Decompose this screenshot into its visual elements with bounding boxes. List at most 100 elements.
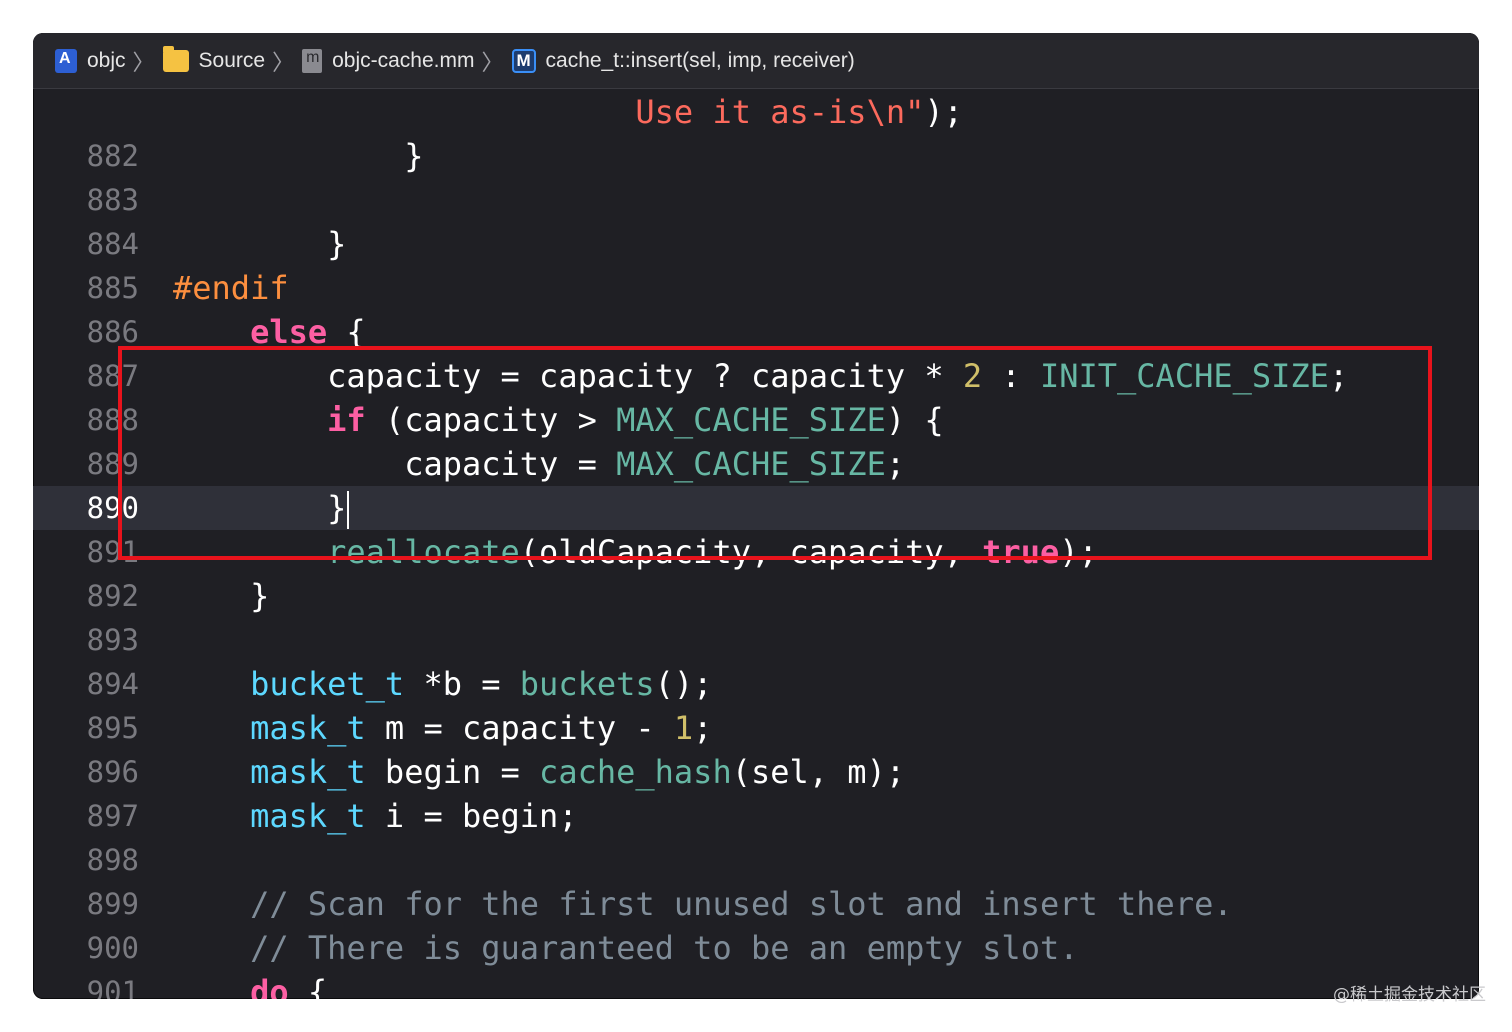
- code-text[interactable]: mask_t m = capacity - 1;: [173, 706, 712, 750]
- watermark: @稀土掘金技术社区: [1333, 985, 1486, 1005]
- code-line[interactable]: 888 if (capacity > MAX_CACHE_SIZE) {: [33, 398, 1479, 442]
- code-line[interactable]: Use it as-is\n");: [33, 90, 1479, 134]
- code-token: );: [1059, 533, 1098, 571]
- code-text[interactable]: }: [173, 222, 346, 266]
- code-line[interactable]: 900 // There is guaranteed to be an empt…: [33, 926, 1479, 970]
- code-text[interactable]: capacity = capacity ? capacity * 2 : INI…: [173, 354, 1348, 398]
- code-text[interactable]: }: [173, 486, 350, 530]
- code-token: // Scan for the first unused slot and in…: [250, 885, 1233, 923]
- code-token: reallocate: [327, 533, 520, 571]
- line-number: 894: [86, 667, 139, 701]
- code-text[interactable]: // Scan for the first unused slot and in…: [173, 882, 1233, 926]
- code-token: capacity = capacity ? capacity *: [173, 357, 963, 395]
- code-line[interactable]: 884 }: [33, 222, 1479, 266]
- code-text[interactable]: capacity = MAX_CACHE_SIZE;: [173, 442, 905, 486]
- code-token: Use it as-is\n": [635, 93, 925, 131]
- breadcrumb-label: objc: [87, 48, 126, 72]
- code-line[interactable]: 889 capacity = MAX_CACHE_SIZE;: [33, 442, 1479, 486]
- code-line[interactable]: 898: [33, 838, 1479, 882]
- breadcrumb-file[interactable]: objc-cache.mm: [302, 48, 475, 73]
- line-number: 887: [86, 359, 139, 393]
- code-token: buckets: [519, 665, 655, 703]
- code-token: ;: [693, 709, 713, 747]
- code-token: do: [250, 973, 289, 999]
- code-line[interactable]: 894 bucket_t *b = buckets();: [33, 662, 1479, 706]
- code-editor[interactable]: Use it as-is\n"); 882 } 883 884 } 885 #endif 8…: [33, 90, 1479, 999]
- code-line[interactable]: 893: [33, 618, 1479, 662]
- chevron-right-icon: 〉: [132, 49, 155, 75]
- line-number: 890: [86, 491, 139, 525]
- line-number: 901: [86, 975, 139, 999]
- code-token: }: [173, 577, 270, 615]
- line-number: 889: [86, 447, 139, 481]
- code-line[interactable]: 882 }: [33, 134, 1479, 178]
- code-text[interactable]: }: [173, 134, 423, 178]
- code-token: ;: [1328, 357, 1349, 395]
- code-token: }: [173, 489, 347, 527]
- code-text[interactable]: // There is guaranteed to be an empty sl…: [173, 926, 1078, 970]
- code-line[interactable]: 890 }: [33, 486, 1479, 530]
- code-text[interactable]: if (capacity > MAX_CACHE_SIZE) {: [173, 398, 944, 442]
- code-token: MAX_CACHE_SIZE: [616, 445, 886, 483]
- code-token: }: [173, 137, 424, 175]
- breadcrumb-method[interactable]: cache_t::insert(sel, imp, receiver): [511, 48, 855, 73]
- code-text[interactable]: #endif: [173, 266, 289, 310]
- code-line[interactable]: 883: [33, 178, 1479, 222]
- code-text[interactable]: else {: [173, 310, 366, 354]
- code-line[interactable]: 885 #endif: [33, 266, 1479, 310]
- code-token: mask_t: [250, 753, 366, 791]
- code-line[interactable]: 892 }: [33, 574, 1479, 618]
- code-text[interactable]: bucket_t *b = buckets();: [173, 662, 712, 706]
- code-token: *b =: [404, 665, 520, 703]
- breadcrumb-label: Source: [198, 48, 266, 72]
- line-number: 886: [86, 315, 139, 349]
- breadcrumb-label: cache_t::insert(sel, imp, receiver): [545, 48, 855, 72]
- line-number: 892: [86, 579, 139, 613]
- code-token: cache_hash: [539, 753, 732, 791]
- code-text[interactable]: reallocate(oldCapacity, capacity, true);: [173, 530, 1098, 574]
- code-text[interactable]: mask_t begin = cache_hash(sel, m);: [173, 750, 905, 794]
- line-number: 884: [86, 227, 139, 261]
- code-token: capacity =: [173, 445, 617, 483]
- line-number: 882: [86, 139, 139, 173]
- code-text[interactable]: Use it as-is\n");: [173, 90, 963, 134]
- breadcrumb-label: objc-cache.mm: [332, 48, 475, 72]
- code-token: :: [982, 357, 1040, 395]
- code-line[interactable]: 887 capacity = capacity ? capacity * 2 :…: [33, 354, 1479, 398]
- line-number: 899: [86, 887, 139, 921]
- code-line[interactable]: 886 else {: [33, 310, 1479, 354]
- code-token: true: [982, 533, 1060, 571]
- line-number: 891: [86, 535, 139, 569]
- code-line[interactable]: 901 do {: [33, 970, 1479, 999]
- code-token: begin =: [365, 753, 540, 791]
- code-line[interactable]: 899 // Scan for the first unused slot an…: [33, 882, 1479, 926]
- code-token: {: [288, 973, 328, 999]
- code-token: i = begin;: [365, 797, 578, 835]
- code-token: ;: [885, 445, 906, 483]
- code-line[interactable]: 891 reallocate(oldCapacity, capacity, tr…: [33, 530, 1479, 574]
- code-line[interactable]: 895 mask_t m = capacity - 1;: [33, 706, 1479, 750]
- project-icon: [55, 48, 77, 73]
- text-cursor: [347, 491, 350, 529]
- code-line[interactable]: 897 mask_t i = begin;: [33, 794, 1479, 838]
- breadcrumb-folder[interactable]: Source: [162, 45, 266, 73]
- code-token: mask_t: [250, 709, 366, 747]
- code-token: mask_t: [250, 797, 366, 835]
- code-text[interactable]: }: [173, 574, 269, 618]
- breadcrumb-project[interactable]: objc: [55, 48, 126, 73]
- code-text[interactable]: mask_t i = begin;: [173, 794, 578, 838]
- xcode-editor-window: objc 〉 Source 〉 objc-cache.mm 〉 cache_t:…: [33, 33, 1479, 999]
- line-number: 898: [86, 843, 139, 877]
- code-text[interactable]: do {: [173, 970, 327, 999]
- code-token: 1: [673, 709, 694, 747]
- line-number: 897: [86, 799, 139, 833]
- code-token: (oldCapacity, capacity,: [519, 533, 983, 571]
- code-line[interactable]: 896 mask_t begin = cache_hash(sel, m);: [33, 750, 1479, 794]
